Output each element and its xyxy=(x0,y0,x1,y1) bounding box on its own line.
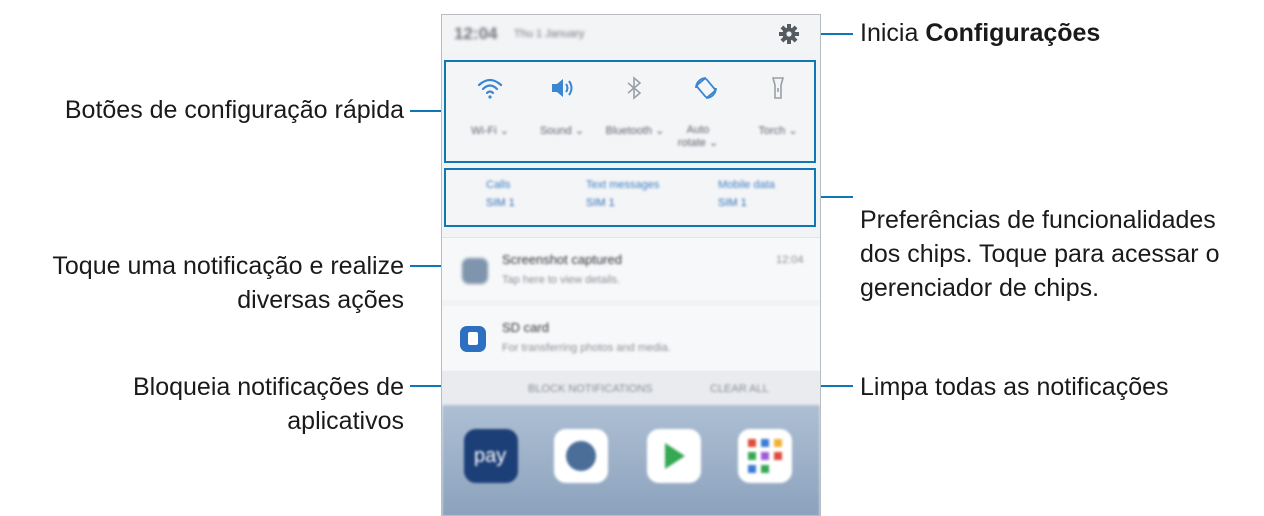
status-date: Thu 1 January xyxy=(514,28,585,40)
qs-label-wifi: Wi-Fi ⌄ xyxy=(471,125,509,137)
status-time: 12:04 xyxy=(454,24,498,43)
notification-subtitle: Tap here to view details. xyxy=(502,274,621,286)
callout-quick-buttons: Botões de configuração rápida xyxy=(64,96,404,124)
chip-data-title: Mobile data xyxy=(718,179,775,191)
screenshot-app-icon xyxy=(462,258,488,284)
notification-title: Screenshot captured xyxy=(502,252,622,267)
callout-settings: Inicia Configurações xyxy=(860,16,1100,50)
notification-actions-bar: BLOCK NOTIFICATIONS CLEAR ALL xyxy=(442,371,820,405)
status-bar: 12:04 Thu 1 January xyxy=(442,15,820,53)
callout-settings-prefix: Inicia xyxy=(860,19,926,47)
sd-card-icon xyxy=(460,326,486,352)
chip-calls-title: Calls xyxy=(486,179,511,191)
chip-calls-value: SIM 1 xyxy=(486,197,515,209)
callout-block-line1: Bloqueia notificações de xyxy=(132,373,404,401)
notification-panel-screenshot: 12:04 Thu 1 January Wi-Fi ⌄ Sound ⌄ Blue… xyxy=(441,14,821,516)
qs-label-bluetooth: Bluetooth ⌄ xyxy=(605,125,665,137)
callout-line-quick-buttons xyxy=(410,110,443,112)
callout-clear-all: Limpa todas as notificações xyxy=(860,373,1169,401)
pay-label: pay xyxy=(474,445,507,467)
wifi-icon[interactable] xyxy=(476,74,504,102)
bluetooth-icon[interactable] xyxy=(620,74,648,102)
callout-chip-prefs: Preferências de funcionalidades dos chip… xyxy=(860,203,1220,305)
chip-text-value: SIM 1 xyxy=(586,197,615,209)
chip-data-value: SIM 1 xyxy=(718,197,747,209)
callout-chip-prefs-line2: dos chips. Toque para acessar o xyxy=(860,240,1220,268)
notification-time: 12:04 xyxy=(776,254,804,266)
block-notifications-button[interactable]: BLOCK NOTIFICATIONS xyxy=(528,383,652,395)
quick-settings-panel: Wi-Fi ⌄ Sound ⌄ Bluetooth ⌄ Auto rotate … xyxy=(444,60,816,163)
qs-label-sound: Sound ⌄ xyxy=(539,125,585,137)
camera-app-icon xyxy=(554,429,608,483)
notification-subtitle: For transferring photos and media. xyxy=(502,342,671,354)
gear-icon[interactable] xyxy=(778,23,800,45)
callout-settings-bold: Configurações xyxy=(925,19,1101,47)
qs-label-auto-rotate: Auto rotate ⌄ xyxy=(677,124,719,149)
play-store-app-icon xyxy=(647,429,701,483)
samsung-pay-app-icon: pay xyxy=(464,429,518,483)
folder-app-icon xyxy=(738,429,792,483)
callout-block-line2: aplicativos xyxy=(287,407,404,435)
callout-tap-notification: Toque uma notificação e realize diversas… xyxy=(52,249,404,317)
callout-chip-prefs-line1: Preferências de funcionalidades xyxy=(860,206,1216,234)
notification-sd-card[interactable]: SD card For transferring photos and medi… xyxy=(442,306,820,370)
callout-chip-prefs-line3: gerenciador de chips. xyxy=(860,274,1100,302)
chip-text-title: Text messages xyxy=(586,179,660,191)
sound-icon[interactable] xyxy=(548,74,576,102)
auto-rotate-icon[interactable] xyxy=(692,74,720,102)
notification-title: SD card xyxy=(502,320,549,335)
torch-icon[interactable] xyxy=(764,74,792,102)
clear-all-button[interactable]: CLEAR ALL xyxy=(710,383,769,395)
notification-screenshot[interactable]: Screenshot captured Tap here to view det… xyxy=(442,237,820,300)
home-screen-background: pay xyxy=(442,405,820,515)
callout-tap-notification-line2: diversas ações xyxy=(237,286,404,314)
qs-label-torch: Torch ⌄ xyxy=(758,125,798,137)
callout-tap-notification-line1: Toque uma notificação e realize xyxy=(52,252,404,280)
chip-preferences-panel[interactable]: Calls SIM 1 Text messages SIM 1 Mobile d… xyxy=(444,168,816,227)
callout-block: Bloqueia notificações de aplicativos xyxy=(133,370,404,438)
